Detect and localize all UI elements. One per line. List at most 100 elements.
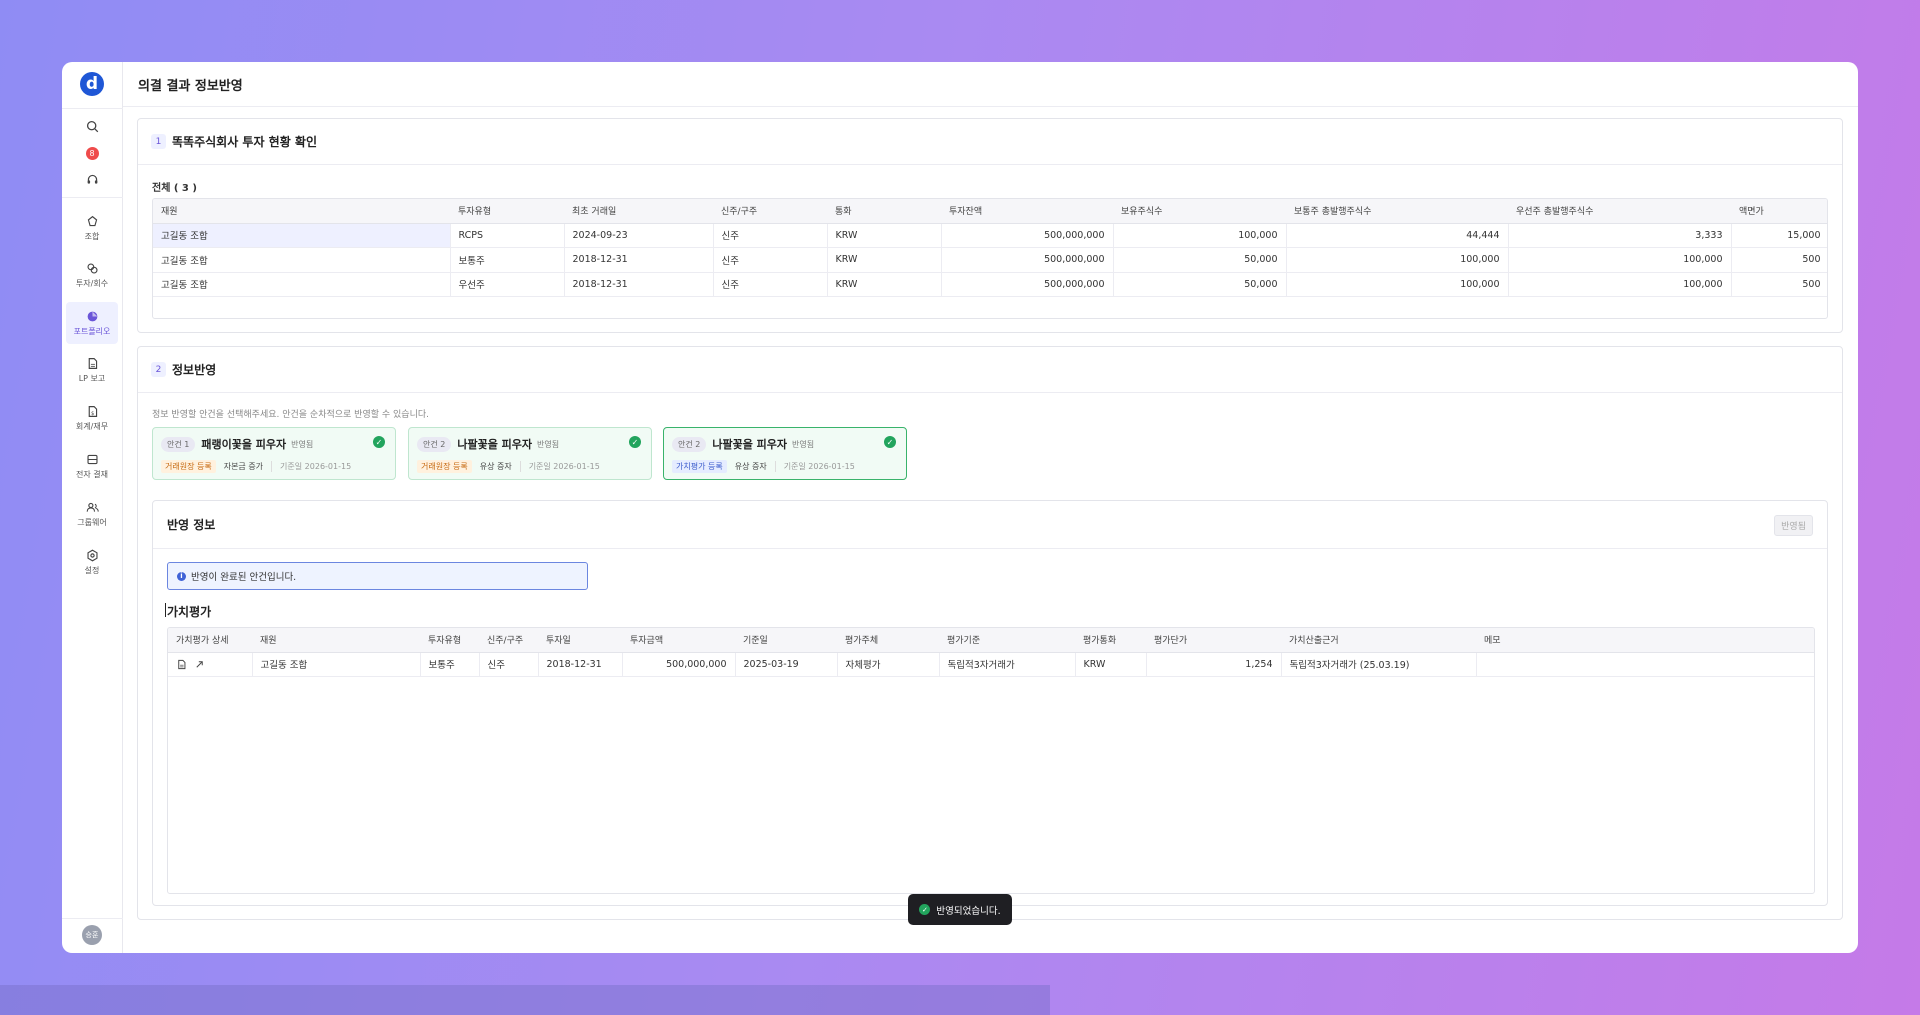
sidebar-item-label: 전자 결재: [76, 469, 108, 479]
table-cell: 100,000: [1286, 247, 1509, 273]
document-icon[interactable]: [176, 659, 187, 670]
table-cell: 신주: [713, 272, 828, 297]
approval-icon: [86, 454, 98, 464]
sidebar-item-lp-report[interactable]: LP 보고: [62, 350, 123, 390]
column-header[interactable]: 평가단가: [1146, 628, 1281, 653]
agenda-card[interactable]: 안건 2 나팔꽃을 피우자 반영됨 ✓ 거래원장 등록 유상 증자 기준일 20…: [408, 427, 652, 480]
agenda-name: 나팔꽃을 피우자: [457, 438, 533, 451]
column-header[interactable]: 투자일: [538, 628, 622, 653]
table-row[interactable]: 고길동 조합 보통주 신주 2018-12-31 500,000,000 202…: [168, 652, 1814, 677]
page-title: 의결 결과 정보반영: [123, 62, 1858, 107]
search-button[interactable]: [62, 117, 123, 135]
sidebar-item-label: LP 보고: [78, 373, 106, 383]
report-icon: [88, 357, 97, 369]
sidebar-item-investment[interactable]: 투자/회수: [62, 255, 123, 295]
table-cell: 독립적3자거래가: [939, 652, 1076, 677]
avatar[interactable]: 승훈: [82, 925, 102, 945]
agenda-status: 반영됨: [792, 439, 815, 449]
agenda-card-selected[interactable]: 안건 2 나팔꽃을 피우자 반영됨 ✓ 가치평가 등록 유상 증자 기준일 20…: [663, 427, 907, 480]
portfolio-icon: [87, 311, 97, 321]
investment-icon: [86, 262, 98, 274]
section-header: 2 정보반영: [138, 347, 1842, 393]
table-cell: 50,000: [1113, 272, 1287, 297]
total-count: 전체 ( 3 ): [152, 183, 197, 194]
column-header[interactable]: 우선주 총발행주식수: [1508, 199, 1731, 224]
table-cell: RCPS: [450, 223, 565, 248]
column-header[interactable]: 통화: [827, 199, 941, 224]
table-cell: 100,000: [1113, 223, 1287, 248]
column-header[interactable]: 투자잔액: [941, 199, 1113, 224]
valuation-detail-cell: [168, 652, 253, 677]
table-cell: 고길동 조합: [153, 272, 451, 297]
sidebar-item-settings[interactable]: 설정: [62, 542, 123, 582]
settings-icon: [86, 549, 98, 561]
table-cell: 500,000,000: [941, 272, 1114, 297]
info-reflect-section: 2 정보반영 정보 반영할 안건을 선택해주세요. 안건을 순차적으로 반영할 …: [137, 346, 1843, 920]
column-header[interactable]: 투자금액: [622, 628, 735, 653]
agenda-card[interactable]: 안건 1 패랭이꽃을 피우자 반영됨 ✓ 거래원장 등록 자본금 증가 기준일 …: [152, 427, 396, 480]
column-header[interactable]: 보유주식수: [1113, 199, 1286, 224]
column-header[interactable]: 가치산출근거: [1281, 628, 1476, 653]
column-header[interactable]: 평가주체: [837, 628, 939, 653]
column-header[interactable]: 최초 거래일: [564, 199, 713, 224]
column-header[interactable]: 액면가: [1731, 199, 1827, 224]
column-header[interactable]: 메모: [1476, 628, 1814, 653]
table-cell: 고길동 조합: [252, 652, 421, 677]
agenda-date: 기준일 2026-01-15: [271, 461, 351, 472]
check-icon: ✓: [629, 436, 641, 448]
table-row[interactable]: 고길동 조합 RCPS 2024-09-23 신주 KRW 500,000,00…: [153, 223, 1827, 248]
external-link-icon[interactable]: [194, 659, 205, 670]
sidebar-item-fund[interactable]: 조합: [62, 208, 123, 248]
valuation-table: 가치평가 상세 재원 투자유형 신주/구주 투자일 투자금액 기준일 평가주체 …: [167, 627, 1815, 894]
step-number: 1: [151, 134, 166, 149]
table-row[interactable]: 고길동 조합 보통주 2018-12-31 신주 KRW 500,000,000…: [153, 247, 1827, 273]
table-cell: 자체평가: [837, 652, 940, 677]
table-cell: KRW: [827, 272, 942, 297]
agenda-pill: 안건 1: [161, 436, 196, 452]
sidebar-item-label: 조합: [84, 231, 100, 241]
section-header: 1 똑똑주식회사 투자 현황 확인: [138, 119, 1842, 165]
info-icon: i: [177, 571, 186, 581]
sidebar: d 8 조합 투자/회수 포트폴리오 LP 보고 $ 회계/재무 전자 결재 그…: [62, 62, 123, 953]
column-header[interactable]: 신주/구주: [713, 199, 827, 224]
column-header[interactable]: 투자유형: [450, 199, 564, 224]
column-header[interactable]: 투자유형: [420, 628, 479, 653]
table-cell: 2024-09-23: [564, 223, 714, 248]
support-button[interactable]: [62, 171, 123, 187]
sidebar-item-label: 회계/재무: [75, 421, 109, 431]
table-cell: 500,000,000: [941, 223, 1114, 248]
section-title: 정보반영: [172, 363, 217, 377]
panel-header: 반영 정보 반영됨: [153, 501, 1827, 549]
column-header[interactable]: 신주/구주: [479, 628, 538, 653]
column-header[interactable]: 평가기준: [939, 628, 1075, 653]
investment-table: 재원 투자유형 최초 거래일 신주/구주 통화 투자잔액 보유주식수 보통주 총…: [152, 198, 1828, 319]
notification-button[interactable]: 8: [62, 145, 123, 161]
column-header[interactable]: 재원: [252, 628, 420, 653]
background-strip: [0, 985, 1050, 1015]
table-cell: 500: [1731, 272, 1827, 297]
table-cell: 2018-12-31: [538, 652, 623, 677]
reflected-button[interactable]: 반영됨: [1774, 515, 1813, 536]
table-cell: 500,000,000: [941, 247, 1114, 273]
column-header[interactable]: 보통주 총발행주식수: [1286, 199, 1508, 224]
table-cell: 보통주: [450, 247, 565, 273]
sidebar-item-groupware[interactable]: 그룹웨어: [62, 494, 123, 534]
panel-title: 반영 정보: [167, 518, 216, 532]
table-row[interactable]: 고길동 조합 우선주 2018-12-31 신주 KRW 500,000,000…: [153, 272, 1827, 297]
info-message: i 반영이 완료된 안건입니다.: [167, 562, 588, 590]
sidebar-item-accounting[interactable]: $ 회계/재무: [62, 398, 123, 438]
search-icon: [86, 120, 98, 132]
app-window: d 8 조합 투자/회수 포트폴리오 LP 보고 $ 회계/재무 전자 결재 그…: [62, 62, 1858, 953]
agenda-name: 나팔꽃을 피우자: [712, 438, 788, 451]
column-header[interactable]: 평가통화: [1075, 628, 1146, 653]
column-header[interactable]: 재원: [153, 199, 450, 224]
sidebar-item-approval[interactable]: 전자 결재: [62, 446, 123, 486]
column-header[interactable]: 가치평가 상세: [168, 628, 252, 653]
check-icon: ✓: [884, 436, 896, 448]
app-logo[interactable]: d: [80, 72, 104, 96]
column-header[interactable]: 기준일: [735, 628, 837, 653]
valuation-title: 가치평가: [164, 603, 212, 619]
fund-icon: [87, 215, 97, 226]
sidebar-item-portfolio[interactable]: 포트폴리오: [66, 302, 118, 344]
table-cell: 고길동 조합: [153, 247, 451, 273]
